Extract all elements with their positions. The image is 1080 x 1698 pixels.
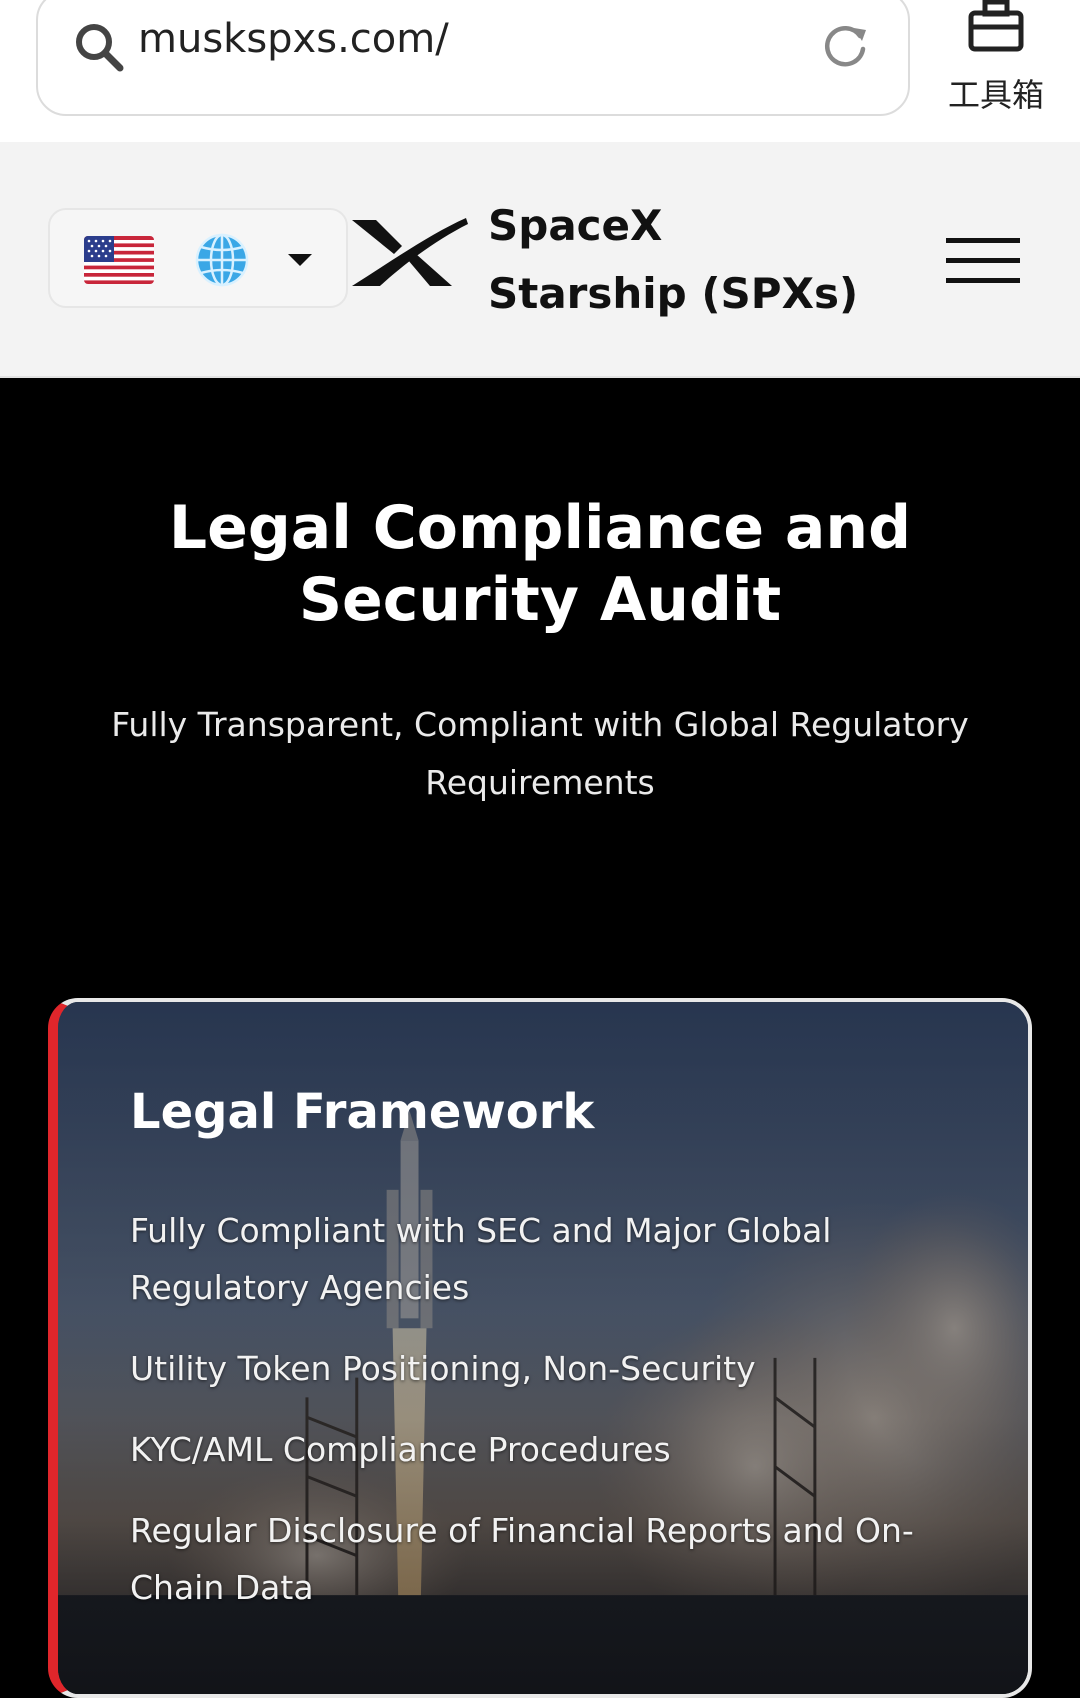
page-title: Legal Compliance and Security Audit xyxy=(168,493,912,635)
spacex-logo-icon xyxy=(352,218,468,286)
search-icon xyxy=(76,24,124,72)
brand-name[interactable]: SpaceX Starship (SPXs) xyxy=(488,192,868,328)
hero-section: Legal Compliance and Security Audit Full… xyxy=(0,378,1080,998)
chevron-down-icon xyxy=(288,254,312,266)
us-flag-icon xyxy=(84,236,154,284)
address-bar[interactable]: muskspxs.com/ xyxy=(36,0,910,116)
list-item: Utility Token Positioning, Non-Security xyxy=(130,1349,756,1388)
legal-framework-list: Fully Compliant with SEC and Major Globa… xyxy=(130,1202,960,1640)
list-item: Regular Disclosure of Financial Reports … xyxy=(130,1511,914,1607)
site-header: SpaceX Starship (SPXs) xyxy=(0,142,1080,378)
page-subtitle: Fully Transparent, Compliant with Global… xyxy=(111,705,969,802)
toolbox-icon xyxy=(968,0,1024,52)
toolbox-button[interactable]: 工具箱 xyxy=(938,0,1058,120)
list-item: Fully Compliant with SEC and Major Globa… xyxy=(130,1211,832,1307)
reload-icon[interactable] xyxy=(820,22,870,72)
url-text[interactable]: muskspxs.com/ xyxy=(138,16,449,62)
legal-framework-card: Legal Framework Fully Compliant with SEC… xyxy=(48,998,1032,1698)
list-item: KYC/AML Compliance Procedures xyxy=(130,1430,671,1469)
globe-icon xyxy=(195,233,249,287)
browser-bar: muskspxs.com/ 工具箱 xyxy=(0,0,1080,142)
hamburger-menu-icon[interactable] xyxy=(946,238,1020,284)
language-selector[interactable] xyxy=(48,208,348,308)
toolbox-label: 工具箱 xyxy=(947,76,1044,114)
card-title: Legal Framework xyxy=(130,1084,595,1140)
